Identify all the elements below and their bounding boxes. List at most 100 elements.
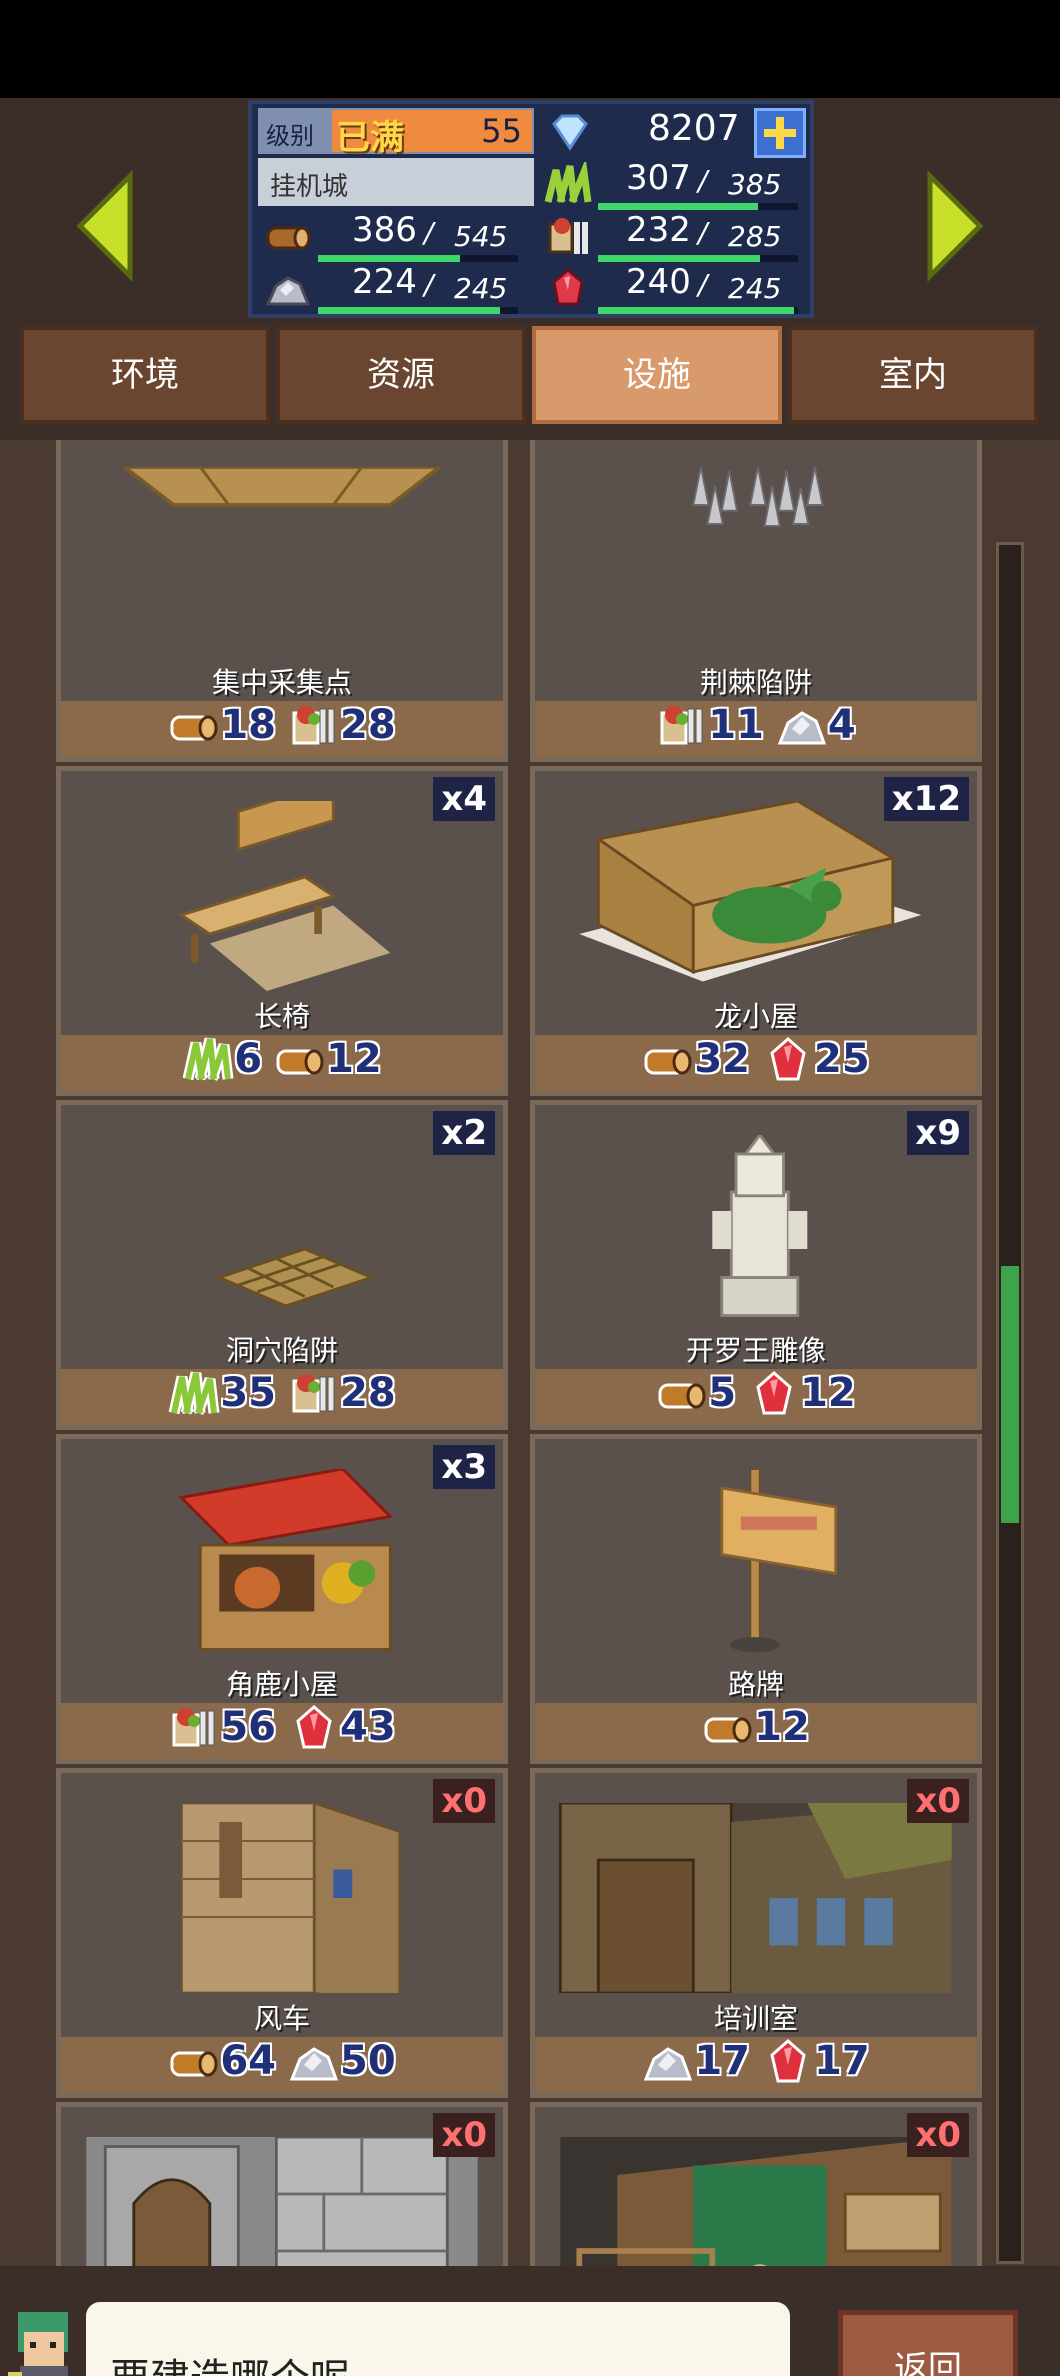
facility-card[interactable]: 集中采集点 18 28 — [56, 440, 508, 762]
cost-item: 12 — [274, 1035, 382, 1083]
facility-name: 集中采集点 — [211, 666, 352, 699]
add-gems-button[interactable] — [754, 108, 806, 158]
cost-value: 17 — [814, 2038, 870, 2084]
level-label: 级别 — [266, 122, 314, 150]
grass-bar — [598, 203, 798, 210]
facility-card[interactable]: x0 — [56, 2102, 508, 2266]
food-bar-fill — [598, 255, 760, 262]
facility-name: 长椅 — [253, 1000, 310, 1033]
facility-image — [555, 1468, 957, 1659]
cost-item: 18 — [168, 701, 276, 749]
ore-icon — [265, 276, 311, 306]
facility-image — [555, 1132, 957, 1325]
grass-capacity: 385 — [728, 168, 782, 201]
facility-name: 培训室 — [713, 2002, 798, 2035]
resource-food: 232 / 285 — [538, 210, 810, 262]
cost-bar: 6 12 — [61, 1035, 503, 1091]
scroll-thumb[interactable] — [1001, 1265, 1019, 1524]
food-icon — [288, 701, 340, 749]
facility-card[interactable]: x4 长椅 6 12 — [56, 766, 508, 1096]
facility-image — [81, 1135, 483, 1325]
wood-bar — [318, 255, 518, 262]
cost-item: 12 — [748, 1369, 856, 1417]
cost-item: 17 — [642, 2037, 750, 2085]
grass-bar-fill — [598, 203, 758, 210]
cost-item: 12 — [702, 1703, 810, 1751]
grass-icon — [168, 1369, 220, 1417]
prev-arrow-button[interactable] — [70, 166, 144, 286]
facility-card[interactable]: x0 风车 64 50 — [56, 1768, 508, 2098]
facility-card[interactable]: x2 洞穴陷阱 35 28 — [56, 1100, 508, 1430]
category-tabs: 环境 资源 设施 室内 — [20, 326, 1042, 424]
facility-image — [555, 799, 957, 991]
prompt-bubble: 要建造哪个呢 — [86, 2302, 790, 2376]
tab-resources[interactable]: 资源 — [276, 326, 526, 424]
facility-card[interactable]: 路牌 12 — [530, 1434, 982, 1764]
grass-icon — [544, 162, 592, 204]
cost-item: 28 — [288, 1369, 396, 1417]
ore-value: 224 — [352, 262, 417, 302]
facility-name: 荆棘陷阱 — [699, 666, 812, 699]
cost-value: 12 — [800, 1370, 856, 1416]
cost-value: 11 — [708, 702, 764, 748]
cost-value: 32 — [694, 1036, 750, 1082]
red-gem-value: 240 — [626, 262, 691, 302]
wood-value: 386 — [352, 210, 417, 250]
cost-value: 5 — [708, 1370, 737, 1416]
facility-image — [81, 1801, 483, 2014]
wood-icon — [266, 226, 311, 250]
scrollbar[interactable] — [996, 542, 1024, 2264]
red-gem-capacity: 245 — [728, 272, 782, 305]
max-level-badge: 已满 55 — [332, 110, 532, 158]
owned-count-badge: x0 — [433, 1779, 495, 1823]
facility-image — [81, 465, 483, 657]
facility-name: 开罗王雕像 — [685, 1334, 826, 1367]
red-gem-icon — [748, 1369, 800, 1417]
next-arrow-button[interactable] — [916, 166, 990, 286]
facility-card[interactable]: x0 培训室 17 17 — [530, 1768, 982, 2098]
cost-item: 6 — [182, 1035, 262, 1083]
facility-card[interactable]: x9 开罗王雕像 5 12 — [530, 1100, 982, 1430]
facility-card[interactable]: x12 龙小屋 32 25 — [530, 766, 982, 1096]
wood-icon — [642, 1035, 694, 1083]
tab-indoor[interactable]: 室内 — [788, 326, 1038, 424]
cost-bar: 11 4 — [535, 701, 977, 757]
cost-value: 12 — [754, 1704, 810, 1750]
cost-bar: 32 25 — [535, 1035, 977, 1091]
facility-name: 角鹿小屋 — [225, 1668, 338, 1701]
tab-environment[interactable]: 环境 — [20, 326, 270, 424]
back-button[interactable]: 返回 — [838, 2310, 1018, 2376]
facility-image — [81, 780, 483, 991]
facility-image — [81, 1467, 483, 1659]
cost-bar: 5 12 — [535, 1369, 977, 1425]
resource-red-gem: 240 / 245 — [538, 262, 810, 314]
cost-item: 35 — [168, 1369, 276, 1417]
food-capacity: 285 — [728, 220, 782, 253]
facility-name: 路牌 — [727, 1668, 784, 1701]
food-value: 232 — [626, 210, 691, 250]
status-bar-area — [0, 0, 1060, 98]
cost-item: 4 — [776, 701, 856, 749]
cost-value: 25 — [814, 1036, 870, 1082]
prompt-text: 要建造哪个呢 — [110, 2346, 350, 2376]
wood-icon — [702, 1703, 754, 1751]
cost-item: 32 — [642, 1035, 750, 1083]
facility-card[interactable]: x0 — [530, 2102, 982, 2266]
resource-ore: 224 / 245 — [258, 262, 534, 314]
cost-value: 28 — [340, 702, 396, 748]
facility-image — [555, 2137, 957, 2266]
gem-count: 8207 — [648, 108, 740, 149]
facility-card[interactable]: 荆棘陷阱 11 4 — [530, 440, 982, 762]
ore-icon — [288, 2037, 340, 2085]
resource-panel: 级别 已满 55 8207 挂机城 307 / 385 386 / 545 23… — [248, 100, 814, 318]
cost-item: 56 — [168, 1703, 276, 1751]
food-icon — [656, 701, 708, 749]
ore-bar — [318, 307, 518, 314]
cost-item: 50 — [288, 2037, 396, 2085]
wood-capacity: 545 — [454, 220, 508, 253]
cost-bar: 56 43 — [61, 1703, 503, 1759]
tab-facilities[interactable]: 设施 — [532, 326, 782, 424]
cost-item: 28 — [288, 701, 396, 749]
owned-count-badge: x2 — [433, 1111, 495, 1155]
facility-card[interactable]: x3 角鹿小屋 56 43 — [56, 1434, 508, 1764]
